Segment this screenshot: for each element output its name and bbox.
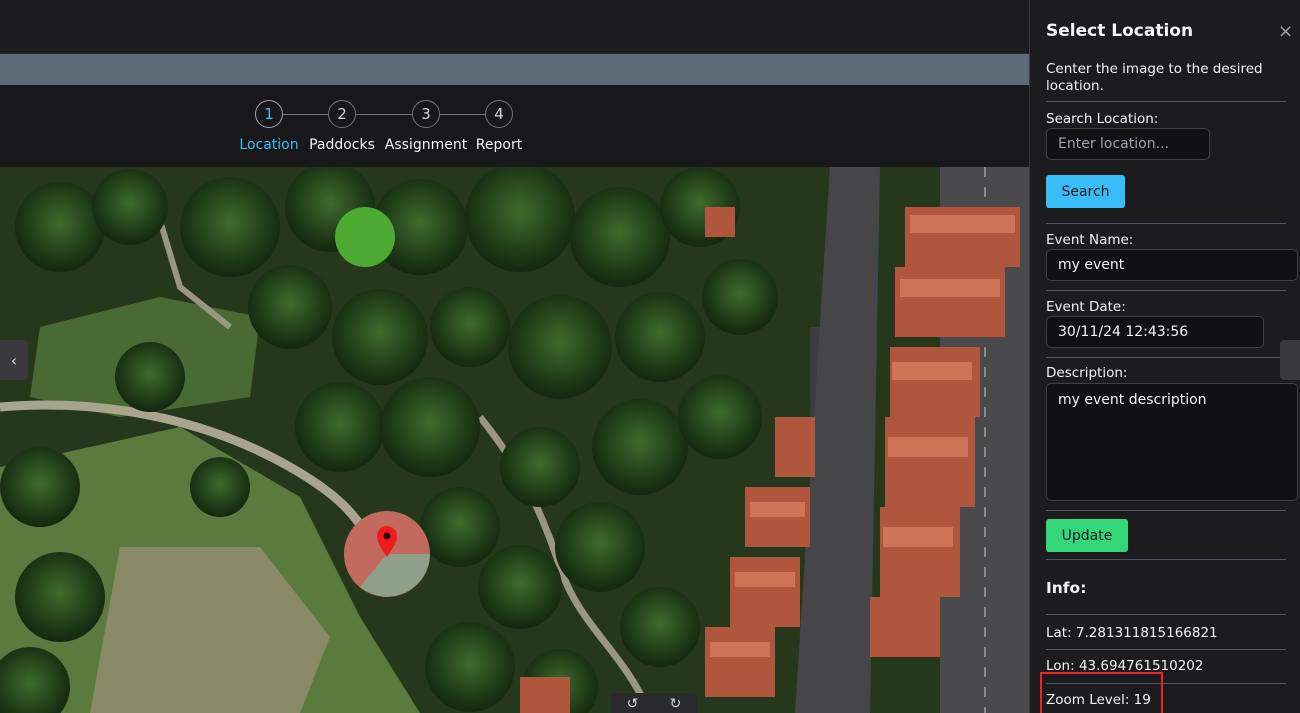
step-report[interactable]: 4 Report [454, 100, 544, 153]
event-name-input[interactable] [1046, 249, 1298, 281]
event-date-input[interactable] [1046, 316, 1264, 348]
search-button[interactable]: Search [1046, 175, 1125, 208]
step-label: Paddocks [309, 137, 375, 153]
latitude-readout: Lat: 7.281311815166821 [1046, 625, 1218, 641]
select-location-panel: Select Location × Center the image to th… [1029, 0, 1300, 713]
update-button[interactable]: Update [1046, 519, 1128, 552]
divider [1046, 357, 1286, 358]
step-number: 3 [412, 100, 440, 128]
highlight-box [1040, 672, 1163, 713]
description-label: Description: [1046, 365, 1128, 381]
divider [1046, 649, 1286, 650]
step-label: Report [475, 137, 523, 153]
step-number: 1 [255, 100, 283, 128]
wizard-stepper: 1 Location 2 Paddocks 3 Assignment 4 Rep… [236, 100, 536, 160]
divider [1046, 614, 1286, 615]
rotate-left-icon[interactable]: ↺ [627, 696, 639, 712]
panel-title: Select Location [1046, 21, 1194, 41]
step-paddocks[interactable]: 2 Paddocks [297, 100, 387, 153]
app-window: 1 Location 2 Paddocks 3 Assignment 4 Rep… [0, 0, 1300, 713]
search-location-input[interactable] [1046, 128, 1210, 160]
divider [1046, 101, 1286, 102]
rotate-right-icon[interactable]: ↻ [670, 696, 682, 712]
info-title: Info: [1046, 579, 1087, 597]
step-number: 2 [328, 100, 356, 128]
satellite-map[interactable] [0, 167, 1030, 713]
event-date-label: Event Date: [1046, 299, 1126, 315]
event-name-label: Event Name: [1046, 232, 1134, 248]
chevron-left-icon: ‹ [10, 350, 18, 370]
map-rotate-controls: ↺ ↻ [611, 693, 697, 713]
divider [1046, 559, 1286, 560]
right-panel-toggle[interactable] [1280, 340, 1300, 380]
description-textarea[interactable]: my event description [1046, 383, 1298, 501]
panel-description: Center the image to the desired location… [1046, 61, 1263, 94]
divider [1046, 290, 1286, 291]
close-icon[interactable]: × [1278, 21, 1293, 42]
step-number: 4 [485, 100, 513, 128]
left-panel-toggle[interactable]: ‹ [0, 340, 28, 380]
divider [1046, 510, 1286, 511]
search-location-label: Search Location: [1046, 111, 1159, 127]
divider [1046, 223, 1286, 224]
map-imagery [0, 167, 1030, 713]
